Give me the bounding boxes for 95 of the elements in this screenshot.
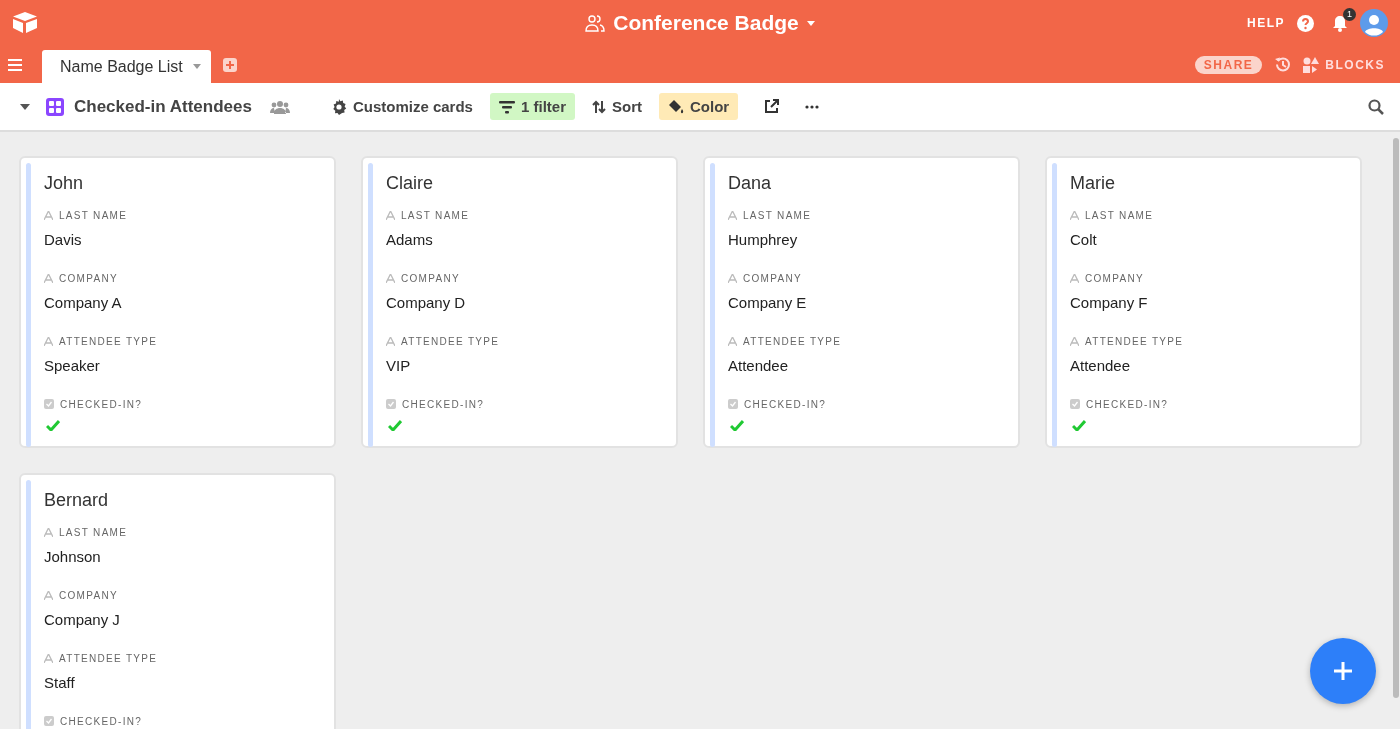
scrollbar[interactable] [1393, 138, 1399, 698]
field-label: LAST NAME [1085, 209, 1154, 221]
field-label: LAST NAME [401, 209, 470, 221]
field-label: COMPANY [1085, 272, 1144, 284]
text-field-icon [44, 590, 53, 600]
text-field-icon [386, 210, 395, 220]
field-value: Company E [728, 294, 808, 312]
field-label: ATTENDEE TYPE [59, 652, 158, 664]
field-label: ATTENDEE TYPE [59, 335, 158, 347]
field-value: Company J [44, 611, 121, 629]
field-label: ATTENDEE TYPE [743, 335, 842, 347]
text-field-icon [44, 527, 53, 537]
grid-view-icon [46, 97, 64, 116]
field-value: Johnson [44, 548, 102, 566]
card-title: Dana [728, 173, 773, 194]
field-value: Staff [44, 674, 76, 692]
text-field-icon [728, 273, 737, 283]
menu-icon[interactable] [8, 58, 22, 71]
avatar-icon[interactable] [1360, 9, 1388, 37]
filter-button[interactable]: 1 filter [489, 93, 575, 120]
sort-button[interactable]: Sort [583, 93, 651, 120]
help-icon[interactable] [1297, 14, 1314, 32]
field-label: CHECKED-IN? [402, 398, 485, 410]
bell-icon[interactable] [1332, 14, 1348, 32]
field-label: LAST NAME [743, 209, 812, 221]
text-field-icon [44, 653, 53, 663]
card-title: Claire [386, 173, 434, 194]
paint-bucket-icon [668, 99, 684, 114]
text-field-icon [1070, 210, 1079, 220]
field-value: VIP [386, 357, 412, 375]
field-label: CHECKED-IN? [744, 398, 827, 410]
add-table-icon[interactable] [222, 57, 237, 72]
view-name[interactable]: Checked-in Attendees [74, 96, 252, 117]
text-field-icon [44, 210, 53, 220]
record-card[interactable]: Bernard LAST NAME Johnson COMPANY Company J ATTENDEE TYPE Staff CHECKED-IN? [19, 473, 336, 729]
share-view-icon[interactable] [764, 99, 780, 114]
card-title: Marie [1070, 173, 1116, 194]
customize-button[interactable]: Customize cards [321, 93, 482, 120]
text-field-icon [1070, 273, 1079, 283]
notification-count: 1 [1343, 7, 1356, 21]
field-label: COMPANY [743, 272, 802, 284]
checkbox-field-icon [728, 399, 738, 409]
field-value: Company F [1070, 294, 1149, 312]
checkbox-field-icon [386, 399, 396, 409]
field-label: CHECKED-IN? [1086, 398, 1169, 410]
collapse-caret-icon[interactable] [20, 103, 30, 110]
people-icon[interactable] [269, 99, 290, 114]
field-label: LAST NAME [59, 526, 128, 538]
field-label: CHECKED-IN? [60, 398, 143, 410]
text-field-icon [386, 336, 395, 346]
field-value: Speaker [44, 357, 101, 375]
blocks-icon [1303, 56, 1320, 73]
field-value: Attendee [1070, 357, 1132, 375]
filter-icon [498, 99, 515, 114]
text-field-icon [1070, 336, 1079, 346]
box-logo-icon[interactable] [12, 12, 38, 34]
text-field-icon [44, 273, 53, 283]
caret-icon[interactable] [192, 64, 201, 69]
field-value: Attendee [728, 357, 790, 375]
record-card[interactable]: Dana LAST NAME Humphrey COMPANY Company E ATTENDEE TYPE Attendee CHECKED-IN? [703, 156, 1020, 448]
users-icon [585, 14, 606, 32]
field-label: CHECKED-IN? [60, 715, 143, 727]
checkbox-field-icon [44, 399, 54, 409]
card-title: John [44, 173, 85, 194]
caret-icon[interactable] [806, 20, 815, 26]
sort-icon [592, 99, 606, 114]
field-value: Humphrey [728, 231, 799, 249]
text-field-icon [728, 336, 737, 346]
plus-icon [1334, 662, 1352, 680]
field-value: Adams [386, 231, 434, 249]
field-label: LAST NAME [59, 209, 128, 221]
field-label: ATTENDEE TYPE [1085, 335, 1184, 347]
field-value: Company D [386, 294, 467, 312]
text-field-icon [386, 273, 395, 283]
color-button[interactable]: Color [659, 93, 739, 120]
record-card[interactable]: John LAST NAME Davis COMPANY Company A ATTENDEE TYPE Speaker CHECKED-IN? [19, 156, 336, 448]
field-value: Company A [44, 294, 123, 312]
field-label: COMPANY [401, 272, 460, 284]
text-field-icon [728, 210, 737, 220]
checkbox-field-icon [1070, 399, 1080, 409]
checkbox-field-icon [44, 716, 54, 726]
record-card[interactable]: Marie LAST NAME Colt COMPANY Company F ATTENDEE TYPE Attendee CHECKED-IN? [1045, 156, 1362, 448]
card-title: Bernard [44, 490, 110, 511]
history-icon[interactable] [1274, 56, 1292, 73]
field-label: COMPANY [59, 589, 118, 601]
add-record-button[interactable] [1310, 638, 1376, 704]
search-icon[interactable] [1368, 98, 1384, 115]
text-field-icon [44, 336, 53, 346]
record-card[interactable]: Claire LAST NAME Adams COMPANY Company D ATTENDEE TYPE VIP CHECKED-IN? [361, 156, 678, 448]
table-tab[interactable]: Name Badge List [42, 50, 211, 83]
field-value: Colt [1070, 231, 1098, 249]
field-value: Davis [44, 231, 83, 249]
field-label: ATTENDEE TYPE [401, 335, 500, 347]
field-label: COMPANY [59, 272, 118, 284]
more-icon[interactable] [805, 104, 820, 109]
